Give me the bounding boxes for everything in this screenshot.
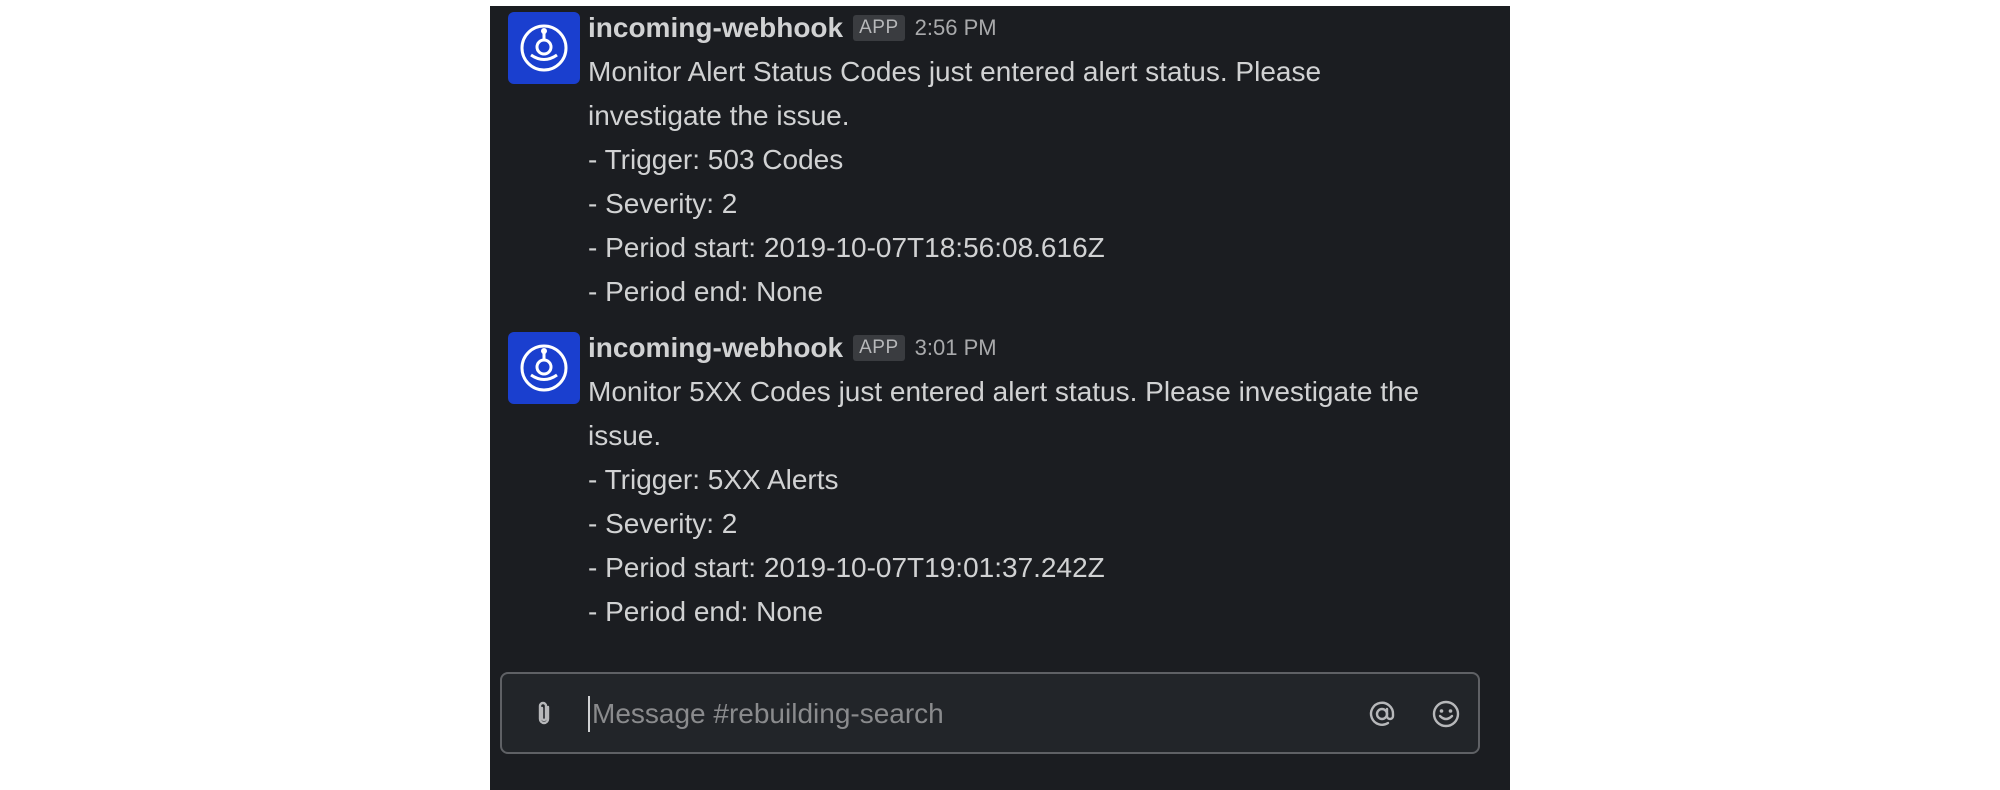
timestamp[interactable]: 3:01 PM xyxy=(915,335,997,361)
message-header: incoming-webhook APP 3:01 PM xyxy=(588,326,1488,370)
message-body: incoming-webhook APP 2:56 PM Monitor Ale… xyxy=(588,6,1488,314)
message-line: - Severity: 2 xyxy=(588,508,738,539)
app-badge: APP xyxy=(853,335,905,361)
webhook-bot-icon xyxy=(520,344,568,392)
sender-name[interactable]: incoming-webhook xyxy=(588,332,843,364)
message-line: - Period end: None xyxy=(588,596,824,627)
message-header: incoming-webhook APP 2:56 PM xyxy=(588,6,1488,50)
message-text: Monitor 5XX Codes just entered alert sta… xyxy=(588,370,1488,634)
emoji-button[interactable] xyxy=(1428,696,1464,732)
message-composer xyxy=(500,672,1480,754)
webhook-bot-icon xyxy=(520,24,568,72)
avatar[interactable] xyxy=(508,12,580,84)
message-pane: incoming-webhook APP 2:56 PM Monitor Ale… xyxy=(490,6,1510,790)
message-line: - Period start: 2019-10-07T19:01:37.242Z xyxy=(588,552,1105,583)
message-input[interactable] xyxy=(590,690,1294,738)
message-line: - Trigger: 503 Codes xyxy=(588,144,844,175)
message-line: - Severity: 2 xyxy=(588,188,738,219)
message-text: Monitor Alert Status Codes just entered … xyxy=(588,50,1488,314)
at-sign-icon xyxy=(1369,701,1395,726)
message-line: Monitor Alert Status Codes just entered … xyxy=(588,56,1322,87)
timestamp[interactable]: 2:56 PM xyxy=(915,15,997,41)
paperclip-icon xyxy=(538,701,550,725)
message-line: - Period start: 2019-10-07T18:56:08.616Z xyxy=(588,232,1105,263)
message-line: Monitor 5XX Codes just entered alert sta… xyxy=(588,376,1420,407)
app-badge: APP xyxy=(853,15,905,41)
sender-name[interactable]: incoming-webhook xyxy=(588,12,843,44)
message-line: issue. xyxy=(588,420,662,451)
message-line: investigate the issue. xyxy=(588,100,850,131)
smiley-icon xyxy=(1432,700,1460,728)
avatar[interactable] xyxy=(508,332,580,404)
message-line: - Trigger: 5XX Alerts xyxy=(588,464,839,495)
attach-button[interactable] xyxy=(526,696,562,732)
message-body: incoming-webhook APP 3:01 PM Monitor 5XX… xyxy=(588,326,1488,634)
mention-button[interactable] xyxy=(1364,696,1400,732)
message-line: - Period end: None xyxy=(588,276,824,307)
